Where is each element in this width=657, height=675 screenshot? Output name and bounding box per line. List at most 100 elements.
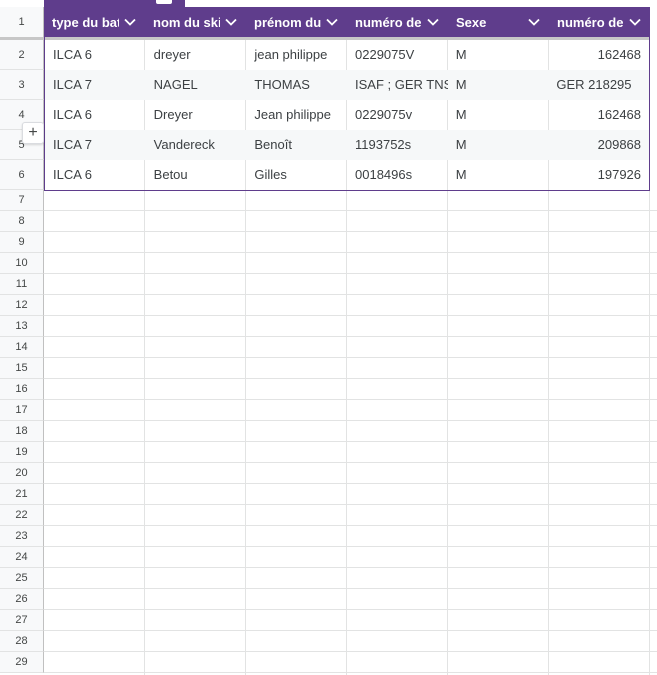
row-number-28[interactable]: 28 [0, 631, 44, 652]
row-number-24[interactable]: 24 [0, 547, 44, 568]
row-number-8[interactable]: 8 [0, 211, 44, 232]
row-number-6[interactable]: 6 [0, 160, 44, 190]
table-cell[interactable]: GER 218295 [548, 70, 649, 100]
row-number-25[interactable]: 25 [0, 568, 44, 589]
grid-row-line [44, 315, 657, 316]
row-number-column: 1 2 3 4 5 6 7 8 9 10 11 12 13 14 15 16 17 18 19 20 21 22 23 24 2… [0, 7, 44, 673]
table-header-row: type du bat nom du ski prénom du numéro de S… [44, 7, 650, 37]
row-number-10[interactable]: 10 [0, 253, 44, 274]
grid-row-line [44, 504, 657, 505]
table-cell[interactable]: ILCA 7 [45, 130, 146, 160]
row-number-22[interactable]: 22 [0, 505, 44, 526]
row-number-26[interactable]: 26 [0, 589, 44, 610]
table-cell[interactable]: M [448, 130, 549, 160]
chevron-down-icon[interactable] [224, 15, 238, 29]
table-cell[interactable]: ISAF ; GER TNS [347, 70, 448, 100]
grid-row-line [44, 546, 657, 547]
table-cell[interactable]: Dreyer [146, 100, 247, 130]
row-number-20[interactable]: 20 [0, 463, 44, 484]
column-header-6[interactable]: numéro de [549, 7, 650, 37]
grid-row-line [44, 399, 657, 400]
chevron-down-icon[interactable] [426, 15, 440, 29]
chevron-down-icon[interactable] [123, 15, 137, 29]
grid-row-line [44, 609, 657, 610]
row-number-16[interactable]: 16 [0, 379, 44, 400]
grid-row-line [44, 525, 657, 526]
column-header-label: numéro de [557, 14, 624, 30]
grid-row-line [44, 588, 657, 589]
column-header-2[interactable]: nom du ski [145, 7, 246, 37]
grid-row-line [44, 630, 657, 631]
row-number-9[interactable]: 9 [0, 232, 44, 253]
table-cell[interactable]: dreyer [146, 40, 247, 70]
row-number-27[interactable]: 27 [0, 610, 44, 631]
table-cell[interactable]: ILCA 6 [45, 100, 146, 130]
table-cell[interactable]: M [448, 100, 549, 130]
table-cell[interactable]: THOMAS [246, 70, 347, 100]
grid-row-line [44, 357, 657, 358]
row-number-23[interactable]: 23 [0, 526, 44, 547]
table-cell[interactable]: 209868 [548, 130, 649, 160]
column-header-1[interactable]: type du bat [44, 7, 145, 37]
grid-row-line [44, 210, 657, 211]
row-number-3[interactable]: 3 [0, 70, 44, 100]
add-row-button[interactable]: + [22, 122, 44, 144]
chevron-down-icon[interactable] [527, 15, 541, 29]
table-cell[interactable]: jean philippe [246, 40, 347, 70]
table-cell[interactable]: Jean philippe [246, 100, 347, 130]
grid-row-line [44, 567, 657, 568]
table-cell[interactable]: 0229075V [347, 40, 448, 70]
row-number-14[interactable]: 14 [0, 337, 44, 358]
row-number-15[interactable]: 15 [0, 358, 44, 379]
column-header-5[interactable]: Sexe [448, 7, 549, 37]
row-number-18[interactable]: 18 [0, 421, 44, 442]
table-cell[interactable]: 0229075v [347, 100, 448, 130]
table-cell[interactable]: ILCA 6 [45, 160, 146, 190]
chevron-down-icon[interactable] [628, 15, 642, 29]
row-number-2[interactable]: 2 [0, 40, 44, 70]
table-cell[interactable]: M [448, 40, 549, 70]
table-row: ILCA 7 NAGEL THOMAS ISAF ; GER TNS M GER 2182… [45, 70, 649, 100]
table-cell[interactable]: 0018496s [347, 160, 448, 190]
column-header-3[interactable]: prénom du [246, 7, 347, 37]
table-cell[interactable]: ILCA 7 [45, 70, 146, 100]
table-cell[interactable]: Vandereck [146, 130, 247, 160]
row-number-7[interactable]: 7 [0, 190, 44, 211]
grid-row-line [44, 336, 657, 337]
column-header-label: type du bat [52, 14, 119, 30]
row-number-17[interactable]: 17 [0, 400, 44, 421]
grid-row-line [44, 420, 657, 421]
table-cell[interactable]: M [448, 160, 549, 190]
chevron-down-icon[interactable] [325, 15, 339, 29]
top-strip [0, 0, 657, 7]
table-cell[interactable]: Gilles [246, 160, 347, 190]
table-cell[interactable]: 1193752s [347, 130, 448, 160]
grid-row-line [44, 294, 657, 295]
table-cell[interactable]: NAGEL [146, 70, 247, 100]
column-header-label: prénom du [254, 14, 321, 30]
table-cell[interactable]: M [448, 70, 549, 100]
column-header-label: numéro de [355, 14, 422, 30]
row-number-21[interactable]: 21 [0, 484, 44, 505]
table-cell[interactable]: ILCA 6 [45, 40, 146, 70]
column-header-4[interactable]: numéro de [347, 7, 448, 37]
row-number-12[interactable]: 12 [0, 295, 44, 316]
row-number-13[interactable]: 13 [0, 316, 44, 337]
row-number-29[interactable]: 29 [0, 652, 44, 673]
table-row: ILCA 6 dreyer jean philippe 0229075V M 162468 [45, 40, 649, 70]
table-row: ILCA 6 Dreyer Jean philippe 0229075v M 162468 [45, 100, 649, 130]
grid-row-line [44, 651, 657, 652]
plus-icon: + [28, 124, 38, 141]
table-cell[interactable]: Benoît [246, 130, 347, 160]
grid-row-line [44, 462, 657, 463]
table-cell[interactable]: 197926 [548, 160, 649, 190]
row-number-1[interactable]: 1 [0, 7, 44, 40]
row-number-11[interactable]: 11 [0, 274, 44, 295]
data-table: type du bat nom du ski prénom du numéro de S… [44, 7, 650, 191]
table-cell[interactable]: 162468 [548, 40, 649, 70]
table-tab-icon [156, 0, 172, 4]
table-cell[interactable]: 162468 [548, 100, 649, 130]
row-number-19[interactable]: 19 [0, 442, 44, 463]
table-cell[interactable]: Betou [146, 160, 247, 190]
column-header-label: Sexe [456, 14, 487, 30]
